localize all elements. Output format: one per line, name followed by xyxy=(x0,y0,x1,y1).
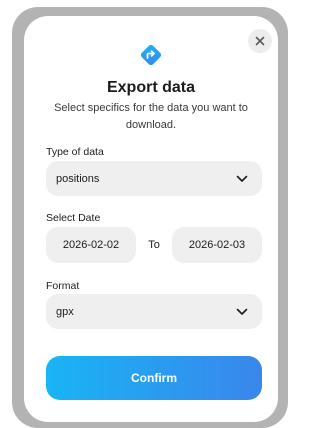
type-of-data-select[interactable]: positions xyxy=(46,161,262,196)
select-date-label: Select Date xyxy=(46,212,101,224)
type-of-data-label: Type of data xyxy=(46,146,104,158)
directions-diamond-icon xyxy=(140,44,162,66)
chevron-down-icon xyxy=(236,175,248,182)
type-of-data-value: positions xyxy=(56,172,100,185)
close-icon xyxy=(255,36,265,46)
format-label: Format xyxy=(46,280,80,292)
dialog-subtitle: Select specifics for the data you want t… xyxy=(54,102,248,131)
date-from-input[interactable]: 2026-02-02 xyxy=(46,227,136,263)
date-to-input[interactable]: 2026-02-03 xyxy=(172,227,262,263)
close-button[interactable] xyxy=(248,29,272,53)
chevron-down-icon xyxy=(236,308,248,315)
format-select[interactable]: gpx xyxy=(46,294,262,329)
date-to-separator: To xyxy=(148,239,160,251)
confirm-button[interactable]: Confirm xyxy=(46,356,262,400)
dialog-title: Export data xyxy=(106,79,195,96)
format-value: gpx xyxy=(56,305,74,318)
